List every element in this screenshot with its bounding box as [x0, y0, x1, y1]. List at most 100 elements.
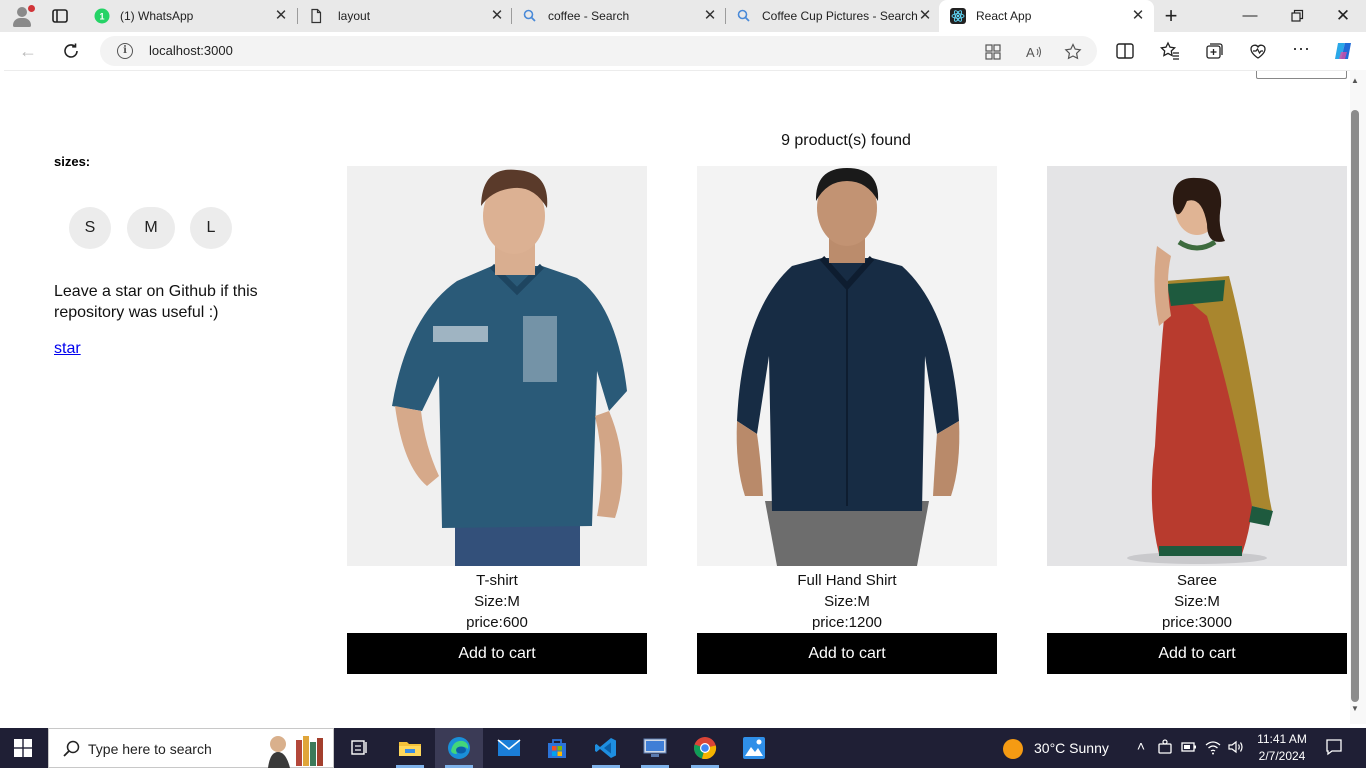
product-card-tshirt: T-shirt Size:M price:600 Add to cart — [347, 166, 647, 676]
product-card-full-hand-shirt: Full Hand Shirt Size:M price:1200 Add to… — [697, 166, 997, 676]
tab-react-app[interactable]: React App ✕ — [939, 0, 1154, 32]
size-filter-m[interactable]: M — [127, 207, 175, 249]
refresh-icon[interactable] — [60, 40, 82, 62]
close-icon[interactable]: ✕ — [1131, 8, 1145, 23]
product-image-full-hand-shirt[interactable] — [697, 166, 997, 566]
vscode-app[interactable] — [582, 728, 630, 768]
weather-widget[interactable]: 30°C Sunny — [1003, 737, 1123, 759]
add-to-cart-button[interactable]: Add to cart — [1047, 633, 1347, 674]
size-filter-l[interactable]: L — [190, 207, 232, 249]
battery-icon[interactable] — [1180, 738, 1198, 756]
scroll-down-icon[interactable]: ▼ — [1350, 704, 1360, 713]
close-icon[interactable]: ✕ — [918, 8, 932, 23]
size-filter-s[interactable]: S — [69, 207, 111, 249]
tab-whatsapp[interactable]: 1 (1) WhatsApp ✕ — [85, 4, 293, 28]
store-app[interactable] — [533, 728, 581, 768]
search-highlight-icon[interactable] — [261, 730, 327, 768]
close-icon[interactable]: ✕ — [703, 8, 717, 23]
show-hidden-icons-icon[interactable]: ˄ — [1132, 738, 1150, 756]
close-icon[interactable]: ✕ — [490, 8, 504, 23]
tab-label: Coffee Cup Pictures - Search — [762, 9, 918, 23]
search-icon — [63, 740, 80, 757]
edge-icon — [448, 737, 470, 759]
folder-icon — [399, 742, 421, 756]
chrome-app[interactable] — [681, 728, 729, 768]
mail-icon — [497, 739, 521, 756]
product-name: Full Hand Shirt — [797, 572, 897, 589]
notification-icon[interactable] — [1325, 738, 1343, 756]
scrollbar-thumb[interactable] — [1351, 110, 1359, 702]
windows-taskbar: Type here to search 30°C Sunny ˄ 11:41 A… — [0, 728, 1366, 768]
product-size: Size:M — [474, 593, 520, 610]
clock-date: 2/7/2024 — [1258, 749, 1306, 763]
photos-app[interactable] — [730, 728, 778, 768]
url-text[interactable]: localhost:3000 — [149, 43, 233, 58]
site-info-icon[interactable]: i — [117, 43, 133, 59]
more-menu-icon[interactable]: ⋯ — [1290, 38, 1312, 60]
react-icon — [950, 8, 966, 24]
product-price: price:1200 — [811, 614, 883, 631]
task-view-icon — [351, 740, 367, 755]
product-image-tshirt[interactable] — [347, 166, 647, 566]
page-scrollbar[interactable]: ▲ ▼ — [1350, 70, 1366, 724]
system-clock[interactable]: 11:41 AM 2/7/2024 — [1254, 731, 1310, 765]
chrome-icon — [694, 737, 717, 760]
tab-coffee-search[interactable]: coffee - Search ✕ — [513, 4, 725, 28]
mail-app[interactable] — [485, 728, 533, 768]
minimize-icon[interactable]: — — [1240, 6, 1260, 26]
file-explorer-app[interactable] — [386, 728, 434, 768]
product-image-saree[interactable] — [1047, 166, 1347, 566]
back-icon[interactable]: ← — [17, 40, 39, 62]
search-placeholder: Type here to search — [88, 741, 212, 757]
store-icon — [548, 739, 566, 758]
address-bar[interactable]: i localhost:3000 A — [100, 36, 1097, 66]
tab-label: (1) WhatsApp — [120, 9, 194, 23]
profile-icon[interactable] — [11, 5, 35, 27]
star-link[interactable]: star — [54, 340, 81, 358]
svg-text:A: A — [1026, 45, 1035, 60]
restore-icon[interactable] — [1287, 6, 1307, 26]
favorites-icon[interactable] — [1160, 41, 1180, 61]
task-view-app[interactable] — [336, 728, 384, 768]
taskbar-search[interactable]: Type here to search — [48, 728, 334, 768]
tab-divider — [297, 8, 298, 24]
split-screen-icon[interactable] — [1115, 41, 1135, 61]
apps-icon[interactable] — [984, 43, 1002, 61]
windows-start-icon[interactable] — [14, 739, 32, 757]
product-size: Size:M — [1174, 593, 1220, 610]
new-tab-icon[interactable]: + — [1161, 5, 1181, 27]
header-button[interactable] — [1256, 71, 1347, 79]
page-viewport: sizes: S M L Leave a star on Github if t… — [4, 70, 1350, 724]
wifi-icon[interactable] — [1204, 738, 1222, 756]
remote-desktop-app[interactable] — [631, 728, 679, 768]
tab-coffee-cup-pictures[interactable]: Coffee Cup Pictures - Search ✕ — [727, 4, 939, 28]
read-aloud-icon[interactable]: A — [1025, 43, 1043, 61]
copilot-icon[interactable] — [1332, 40, 1354, 62]
sizes-heading: sizes: — [54, 154, 91, 169]
search-icon — [737, 9, 750, 22]
volume-icon[interactable] — [1227, 738, 1245, 756]
close-icon[interactable]: ✕ — [274, 8, 288, 23]
add-to-cart-button[interactable]: Add to cart — [347, 633, 647, 674]
tab-divider — [511, 8, 512, 24]
tab-label: React App — [976, 9, 1032, 23]
meet-now-icon[interactable] — [1156, 738, 1174, 756]
product-size: Size:M — [824, 593, 870, 610]
product-name: T-shirt — [476, 572, 518, 589]
photos-icon — [743, 737, 765, 759]
window-close-icon[interactable]: ✕ — [1333, 6, 1353, 26]
tab-actions-icon[interactable] — [50, 6, 70, 26]
tab-layout[interactable]: layout ✕ — [299, 4, 511, 28]
scroll-up-icon[interactable]: ▲ — [1350, 76, 1360, 85]
tab-label: layout — [338, 9, 371, 23]
collections-icon[interactable] — [1204, 41, 1224, 61]
add-to-cart-button[interactable]: Add to cart — [697, 633, 997, 674]
weather-text: 30°C Sunny — [1034, 740, 1109, 756]
github-star-note: Leave a star on Github if this repositor… — [54, 283, 258, 321]
favorite-star-icon[interactable] — [1064, 43, 1082, 61]
edge-app[interactable] — [435, 728, 483, 768]
browser-essentials-icon[interactable] — [1248, 41, 1268, 61]
product-price: price:3000 — [1161, 614, 1233, 631]
search-icon — [523, 9, 536, 22]
browser-toolbar: ← i localhost:3000 A ⋯ — [0, 32, 1366, 70]
